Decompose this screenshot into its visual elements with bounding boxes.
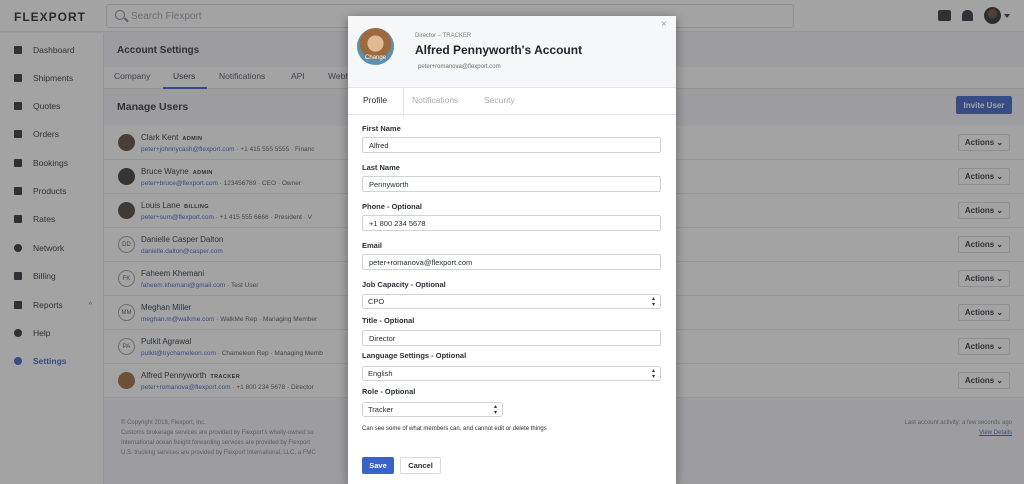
- close-icon[interactable]: ×: [661, 19, 667, 30]
- title-field[interactable]: [362, 330, 661, 346]
- phone-field[interactable]: [362, 215, 661, 231]
- select-arrows-icon: ▴ ▾: [651, 296, 655, 308]
- role-label: Role - Optional: [362, 387, 416, 396]
- save-button[interactable]: Save: [362, 457, 394, 474]
- modal-email: peter+romanova@flexport.com: [418, 64, 501, 70]
- select-arrows-icon: ▴ ▾: [493, 404, 497, 416]
- edit-account-modal: Change Director – TRACKER Alfred Pennywo…: [348, 16, 676, 484]
- last-name-field[interactable]: [362, 176, 661, 192]
- change-avatar-label[interactable]: Change: [357, 55, 394, 61]
- tab-profile[interactable]: Profile: [363, 95, 387, 105]
- phone-label: Phone - Optional: [362, 202, 422, 211]
- language-select[interactable]: English ▴ ▾: [362, 366, 661, 381]
- language-label: Language Settings - Optional: [362, 351, 467, 360]
- modal-tabs: Profile Notifications Security: [348, 88, 676, 115]
- tab-notifications[interactable]: Notifications: [412, 95, 458, 105]
- role-value: Tracker: [368, 405, 394, 414]
- first-name-label: First Name: [362, 124, 401, 133]
- cancel-button[interactable]: Cancel: [400, 457, 441, 474]
- first-name-field[interactable]: [362, 137, 661, 153]
- modal-subtitle: Director – TRACKER: [415, 33, 472, 39]
- select-arrows-icon: ▴ ▾: [651, 368, 655, 380]
- profile-avatar[interactable]: Change: [357, 28, 394, 65]
- email-label: Email: [362, 241, 383, 250]
- job-capacity-select[interactable]: CPO ▴ ▾: [362, 294, 661, 309]
- role-select[interactable]: Tracker ▴ ▾: [362, 402, 503, 417]
- modal-header: Change Director – TRACKER Alfred Pennywo…: [348, 16, 676, 88]
- tab-security[interactable]: Security: [484, 95, 515, 105]
- last-name-label: Last Name: [362, 163, 400, 172]
- job-capacity-value: CPO: [368, 297, 385, 306]
- job-capacity-label: Job Capacity - Optional: [362, 280, 446, 289]
- email-field[interactable]: [362, 254, 661, 270]
- title-label: Title - Optional: [362, 316, 415, 325]
- modal-title: Alfred Pennyworth's Account: [415, 43, 583, 57]
- role-help-text: Can see some of what members can, and ca…: [362, 426, 547, 432]
- language-value: English: [368, 369, 393, 378]
